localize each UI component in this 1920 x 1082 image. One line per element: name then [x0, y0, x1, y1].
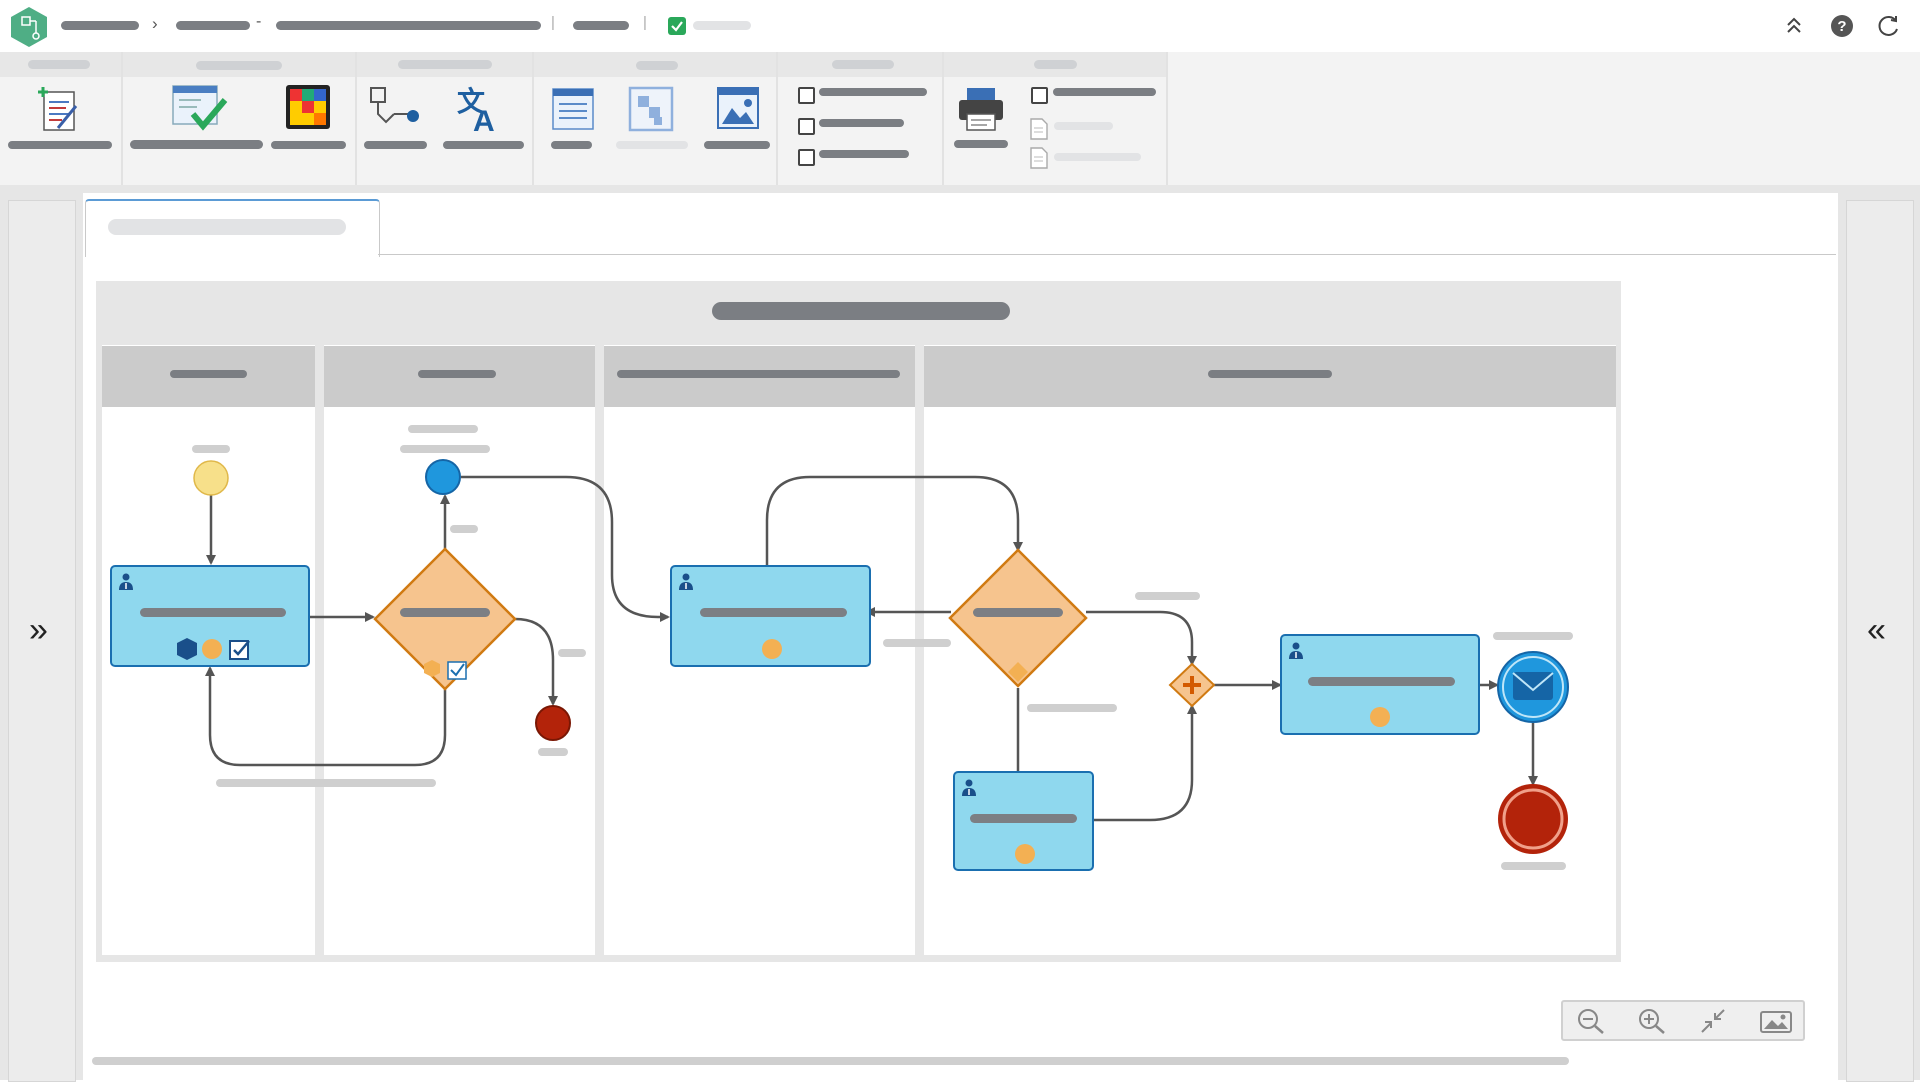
start-event[interactable] — [193, 460, 229, 496]
user-icon — [679, 573, 693, 590]
user-icon — [962, 779, 976, 796]
flow-task2-to-gateway2[interactable] — [765, 475, 1023, 565]
end-event[interactable] — [535, 705, 571, 741]
intermediate-event[interactable] — [425, 459, 461, 495]
zoom-controls — [1561, 1000, 1805, 1041]
horizontal-scrollbar[interactable] — [92, 1057, 1569, 1065]
flow-task3-to-parallel[interactable] — [1093, 704, 1197, 822]
sequence-flows — [192, 425, 1573, 870]
user-task[interactable] — [1280, 634, 1480, 735]
user-icon — [1289, 642, 1303, 659]
flow-gateway1-to-end[interactable] — [514, 617, 558, 706]
resource-indicator — [202, 639, 222, 659]
flow-gateway1-loop-back[interactable] — [205, 666, 447, 767]
user-icon — [119, 573, 133, 590]
export-image-icon[interactable] — [1760, 1007, 1792, 1035]
flow-gateway2-to-parallel[interactable] — [1086, 610, 1197, 666]
zoom-out-icon[interactable] — [1575, 1007, 1607, 1035]
user-task[interactable] — [110, 565, 310, 667]
script-hexagon-icon — [177, 638, 197, 660]
user-task[interactable] — [953, 771, 1094, 871]
resource-indicator — [1015, 844, 1035, 864]
resource-indicator — [762, 639, 782, 659]
user-task[interactable] — [670, 565, 871, 667]
zoom-in-icon[interactable] — [1636, 1007, 1668, 1035]
exclusive-gateway[interactable] — [373, 547, 517, 691]
resource-indicator — [1370, 707, 1390, 727]
fit-to-screen-icon[interactable] — [1697, 1007, 1729, 1035]
checklist-icon — [229, 640, 250, 660]
